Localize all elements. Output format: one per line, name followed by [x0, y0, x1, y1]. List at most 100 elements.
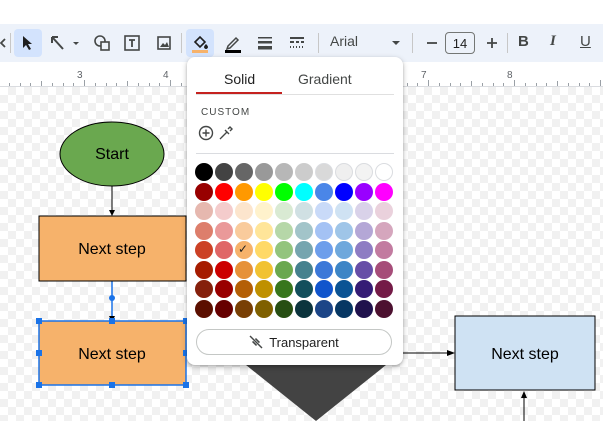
color-swatch[interactable]	[375, 299, 393, 318]
color-swatch[interactable]	[275, 182, 293, 201]
color-swatch[interactable]	[315, 260, 333, 279]
color-swatch[interactable]	[195, 163, 213, 181]
tab-gradient[interactable]: Gradient	[298, 71, 352, 87]
color-swatch[interactable]	[235, 221, 253, 240]
color-swatch[interactable]	[335, 163, 353, 181]
color-swatch[interactable]	[275, 241, 293, 259]
color-swatch[interactable]	[215, 280, 233, 298]
color-swatch[interactable]	[335, 241, 353, 259]
color-swatch[interactable]	[295, 299, 313, 318]
color-swatch[interactable]	[195, 202, 213, 220]
color-swatch[interactable]	[275, 202, 293, 220]
color-swatch[interactable]	[295, 202, 313, 220]
color-swatch[interactable]	[335, 260, 353, 279]
color-swatch[interactable]	[335, 202, 353, 220]
color-swatch[interactable]	[335, 221, 353, 240]
text-box-button[interactable]	[120, 29, 144, 57]
color-swatch[interactable]	[235, 299, 253, 318]
color-swatch[interactable]	[255, 163, 273, 181]
color-swatch[interactable]	[315, 182, 333, 201]
decrease-font-size-button[interactable]	[422, 29, 442, 57]
color-swatch[interactable]	[195, 280, 213, 298]
color-swatch[interactable]	[235, 280, 253, 298]
color-swatch[interactable]	[275, 260, 293, 279]
color-swatch[interactable]	[295, 221, 313, 240]
color-swatch[interactable]	[315, 280, 333, 298]
font-dropdown-icon[interactable]	[388, 29, 404, 57]
color-swatch[interactable]	[255, 260, 273, 279]
color-swatch[interactable]	[195, 221, 213, 240]
connector-handle[interactable]	[109, 295, 115, 301]
color-swatch[interactable]	[355, 299, 373, 318]
color-swatch[interactable]	[255, 299, 273, 318]
color-swatch[interactable]	[235, 260, 253, 279]
color-swatch[interactable]	[275, 163, 293, 181]
color-swatch[interactable]	[275, 280, 293, 298]
color-swatch[interactable]	[215, 163, 233, 181]
color-swatch[interactable]	[215, 182, 233, 201]
line-dash-button[interactable]	[284, 29, 310, 57]
add-custom-color-button[interactable]	[198, 125, 214, 141]
color-swatch[interactable]	[315, 299, 333, 318]
image-button[interactable]	[152, 29, 176, 57]
color-swatch[interactable]: ✓	[235, 241, 253, 259]
italic-button[interactable]: I	[550, 33, 556, 50]
color-swatch[interactable]	[375, 163, 393, 181]
line-tool-button[interactable]	[46, 29, 82, 57]
color-swatch[interactable]	[215, 202, 233, 220]
color-swatch[interactable]	[215, 260, 233, 279]
chevron-left-icon[interactable]	[0, 29, 8, 57]
color-swatch[interactable]	[295, 182, 313, 201]
transparent-button[interactable]: Transparent	[196, 329, 392, 355]
decision-diamond[interactable]	[246, 365, 386, 421]
color-swatch[interactable]	[255, 182, 273, 201]
line-weight-button[interactable]	[252, 29, 278, 57]
color-swatch[interactable]	[235, 202, 253, 220]
color-swatch[interactable]	[215, 241, 233, 259]
font-family-select[interactable]: Arial	[330, 33, 358, 49]
color-swatch[interactable]	[315, 202, 333, 220]
color-swatch[interactable]	[215, 299, 233, 318]
color-swatch[interactable]	[295, 280, 313, 298]
color-swatch[interactable]	[195, 182, 213, 201]
color-swatch[interactable]	[255, 221, 273, 240]
color-swatch[interactable]	[335, 182, 353, 201]
select-tool-button[interactable]	[14, 29, 42, 57]
tab-solid[interactable]: Solid	[224, 71, 255, 87]
fill-color-button[interactable]	[186, 29, 214, 57]
color-swatch[interactable]	[355, 241, 373, 259]
increase-font-size-button[interactable]	[482, 29, 502, 57]
color-swatch[interactable]	[355, 163, 373, 181]
color-swatch[interactable]	[255, 280, 273, 298]
color-swatch[interactable]	[195, 241, 213, 259]
color-swatch[interactable]	[315, 163, 333, 181]
color-swatch[interactable]	[335, 299, 353, 318]
color-swatch[interactable]	[195, 260, 213, 279]
eyedropper-button[interactable]	[218, 125, 234, 141]
color-swatch[interactable]	[275, 299, 293, 318]
color-swatch[interactable]	[375, 202, 393, 220]
color-swatch[interactable]	[375, 241, 393, 259]
color-swatch[interactable]	[215, 221, 233, 240]
color-swatch[interactable]	[235, 182, 253, 201]
color-swatch[interactable]	[295, 241, 313, 259]
color-swatch[interactable]	[375, 280, 393, 298]
color-swatch[interactable]	[355, 280, 373, 298]
color-swatch[interactable]	[255, 202, 273, 220]
color-swatch[interactable]	[355, 260, 373, 279]
shape-tool-button[interactable]	[90, 29, 114, 57]
color-swatch[interactable]	[295, 163, 313, 181]
color-swatch[interactable]	[375, 182, 393, 201]
color-swatch[interactable]	[355, 221, 373, 240]
color-swatch[interactable]	[235, 163, 253, 181]
color-swatch[interactable]	[375, 260, 393, 279]
font-size-input[interactable]: 14	[445, 32, 475, 54]
color-swatch[interactable]	[275, 221, 293, 240]
color-swatch[interactable]	[315, 221, 333, 240]
color-swatch[interactable]	[355, 202, 373, 220]
color-swatch[interactable]	[355, 182, 373, 201]
color-swatch[interactable]	[315, 241, 333, 259]
color-swatch[interactable]	[335, 280, 353, 298]
bold-button[interactable]: B	[518, 33, 529, 50]
color-swatch[interactable]	[195, 299, 213, 318]
